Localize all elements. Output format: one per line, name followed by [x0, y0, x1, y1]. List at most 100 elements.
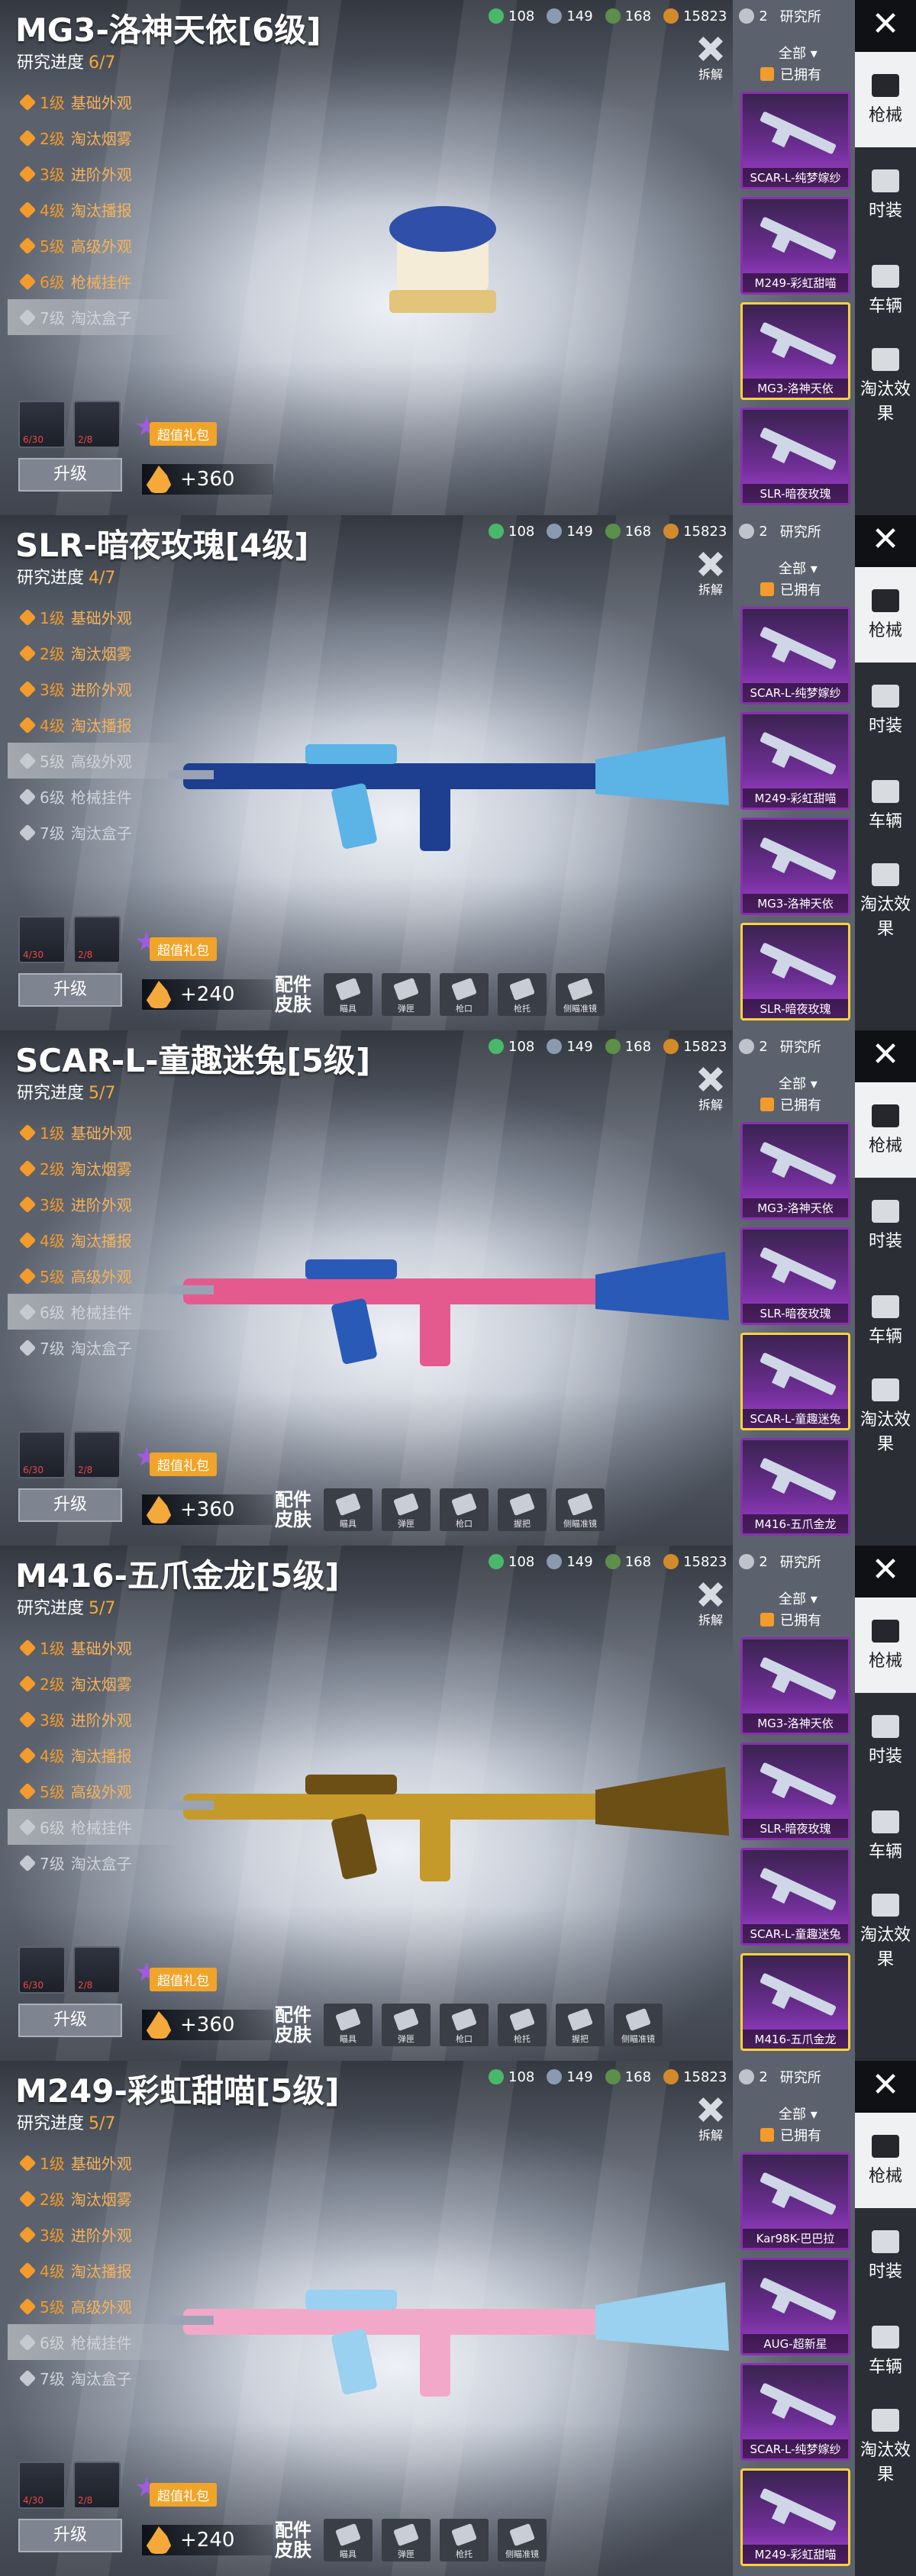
level-item[interactable]: 7级 淘汰盒子 [8, 299, 183, 335]
skin-card[interactable]: M416-五爪金龙 [740, 1953, 850, 2051]
accessory-slot[interactable]: 瞄具 [324, 1488, 373, 1531]
nav-item[interactable]: 淘汰效果 [855, 338, 916, 434]
accessory-slot[interactable]: 握把 [498, 1488, 547, 1531]
owned-checkbox[interactable]: 已拥有 [740, 579, 847, 599]
close-button[interactable]: ✕ [855, 0, 916, 52]
nav-item[interactable]: 淘汰效果 [855, 2399, 916, 2494]
skin-card[interactable]: M249-彩虹甜喵 [740, 712, 850, 810]
level-item[interactable]: 7级 淘汰盒子 [8, 2360, 183, 2396]
upgrade-button[interactable]: 升级 [18, 2519, 122, 2552]
accessory-slot[interactable]: 弹匣 [382, 2004, 431, 2046]
nav-item[interactable]: 车辆 [855, 243, 916, 338]
skin-card[interactable]: SLR-暗夜玫瑰 [740, 408, 850, 505]
material-item[interactable]: 2/8 [73, 1431, 121, 1478]
gift-pack-button[interactable]: 超值礼包 [150, 422, 217, 446]
level-item[interactable]: 2级 淘汰烟雾 [8, 2181, 183, 2217]
level-item[interactable]: 6级 枪械挂件 [8, 263, 183, 299]
level-item[interactable]: 6级 枪械挂件 [8, 1809, 183, 1845]
skin-card[interactable]: MG3-洛神天依 [740, 1122, 850, 1220]
accessory-slot[interactable]: 枪托 [498, 973, 547, 1016]
accessory-slot[interactable]: 枪托 [498, 2004, 547, 2046]
nav-item[interactable]: 淘汰效果 [855, 853, 916, 949]
research-label[interactable]: 研究所 [780, 1037, 821, 1056]
owned-checkbox[interactable]: 已拥有 [740, 1610, 847, 1630]
skin-card[interactable]: AUG-超新星 [740, 2258, 850, 2355]
skin-card[interactable]: SCAR-L-纯梦嫁纱 [740, 607, 850, 704]
skin-card[interactable]: SLR-暗夜玫瑰 [740, 923, 850, 1020]
material-item[interactable]: 6/30 [18, 1431, 66, 1478]
material-item[interactable]: 2/8 [73, 916, 121, 963]
material-item[interactable]: 2/8 [73, 401, 121, 448]
nav-item[interactable]: 枪械 [855, 567, 916, 663]
skin-card[interactable]: M416-五爪金龙 [740, 1438, 850, 1536]
level-item[interactable]: 2级 淘汰烟雾 [8, 1665, 183, 1701]
material-item[interactable]: 4/30 [18, 916, 66, 963]
level-item[interactable]: 6级 枪械挂件 [8, 2324, 183, 2360]
accessory-slot[interactable]: 弹匣 [382, 2519, 431, 2561]
level-item[interactable]: 3级 进阶外观 [8, 1186, 183, 1222]
disassemble-button[interactable]: 拆解 [695, 1067, 727, 1113]
level-item[interactable]: 5级 高级外观 [8, 227, 183, 263]
gift-pack-button[interactable]: 超值礼包 [150, 1968, 217, 1991]
disassemble-button[interactable]: 拆解 [695, 1582, 727, 1628]
nav-item[interactable]: 车辆 [855, 1788, 916, 1884]
skin-card[interactable]: M249-彩虹甜喵 [740, 2468, 850, 2566]
nav-item[interactable]: 时装 [855, 147, 916, 243]
accessory-slot[interactable]: 侧瞄准镜 [556, 1488, 605, 1531]
close-button[interactable]: ✕ [855, 515, 916, 567]
level-item[interactable]: 4级 淘汰播报 [8, 2252, 183, 2288]
accessory-slot[interactable]: 枪口 [440, 973, 489, 1016]
research-label[interactable]: 研究所 [780, 1552, 821, 1572]
level-item[interactable]: 1级 基础外观 [8, 599, 183, 635]
accessory-slot[interactable]: 瞄具 [324, 973, 373, 1016]
nav-item[interactable]: 枪械 [855, 52, 916, 147]
level-item[interactable]: 3级 进阶外观 [8, 2217, 183, 2252]
accessory-slot[interactable]: 侧瞄准镜 [614, 2004, 663, 2046]
skin-card[interactable]: M249-彩虹甜喵 [740, 197, 850, 295]
gift-pack-button[interactable]: 超值礼包 [150, 937, 217, 961]
level-item[interactable]: 7级 淘汰盒子 [8, 814, 183, 850]
accessory-slot[interactable]: 瞄具 [324, 2519, 373, 2561]
close-button[interactable]: ✕ [855, 1546, 916, 1598]
close-button[interactable]: ✕ [855, 2061, 916, 2113]
accessory-slot[interactable]: 侧瞄准镜 [556, 973, 605, 1016]
filter-dropdown[interactable]: 全部 ▾ [740, 1588, 847, 1610]
level-item[interactable]: 5级 高级外观 [8, 743, 183, 779]
skin-card[interactable]: MG3-洛神天依 [740, 302, 850, 400]
filter-dropdown[interactable]: 全部 ▾ [740, 558, 847, 579]
accessory-slot[interactable]: 枪口 [440, 2004, 489, 2046]
skin-card[interactable]: MG3-洛神天依 [740, 817, 850, 915]
nav-item[interactable]: 车辆 [855, 1273, 916, 1369]
level-item[interactable]: 2级 淘汰烟雾 [8, 1150, 183, 1186]
material-item[interactable]: 6/30 [18, 1946, 66, 1994]
research-label[interactable]: 研究所 [780, 2067, 821, 2087]
nav-item[interactable]: 枪械 [855, 1082, 916, 1178]
accessory-slot[interactable]: 弹匣 [382, 973, 431, 1016]
nav-item[interactable]: 时装 [855, 1693, 916, 1788]
level-item[interactable]: 7级 淘汰盒子 [8, 1330, 183, 1365]
skin-card[interactable]: SCAR-L-纯梦嫁纱 [740, 92, 850, 189]
level-item[interactable]: 5级 高级外观 [8, 2288, 183, 2324]
gift-pack-button[interactable]: 超值礼包 [150, 2483, 217, 2507]
accessory-slot[interactable]: 枪托 [440, 2519, 489, 2561]
nav-item[interactable]: 时装 [855, 663, 916, 758]
filter-dropdown[interactable]: 全部 ▾ [740, 43, 847, 64]
nav-item[interactable]: 淘汰效果 [855, 1369, 916, 1464]
filter-dropdown[interactable]: 全部 ▾ [740, 1073, 847, 1095]
skin-card[interactable]: SLR-暗夜玫瑰 [740, 1227, 850, 1325]
nav-item[interactable]: 车辆 [855, 2304, 916, 2399]
close-button[interactable]: ✕ [855, 1030, 916, 1082]
material-item[interactable]: 2/8 [73, 1946, 121, 1994]
accessory-slot[interactable]: 侧瞄准镜 [498, 2519, 547, 2561]
upgrade-button[interactable]: 升级 [18, 1488, 122, 1522]
disassemble-button[interactable]: 拆解 [695, 37, 727, 82]
level-item[interactable]: 2级 淘汰烟雾 [8, 635, 183, 671]
skin-card[interactable]: SCAR-L-童趣迷兔 [740, 1848, 850, 1946]
level-item[interactable]: 4级 淘汰播报 [8, 1737, 183, 1773]
nav-item[interactable]: 车辆 [855, 758, 916, 853]
level-item[interactable]: 1级 基础外观 [8, 1630, 183, 1665]
accessory-slot[interactable]: 枪口 [440, 1488, 489, 1531]
level-item[interactable]: 1级 基础外观 [8, 84, 183, 120]
level-item[interactable]: 4级 淘汰播报 [8, 1222, 183, 1258]
material-item[interactable]: 6/30 [18, 401, 66, 448]
